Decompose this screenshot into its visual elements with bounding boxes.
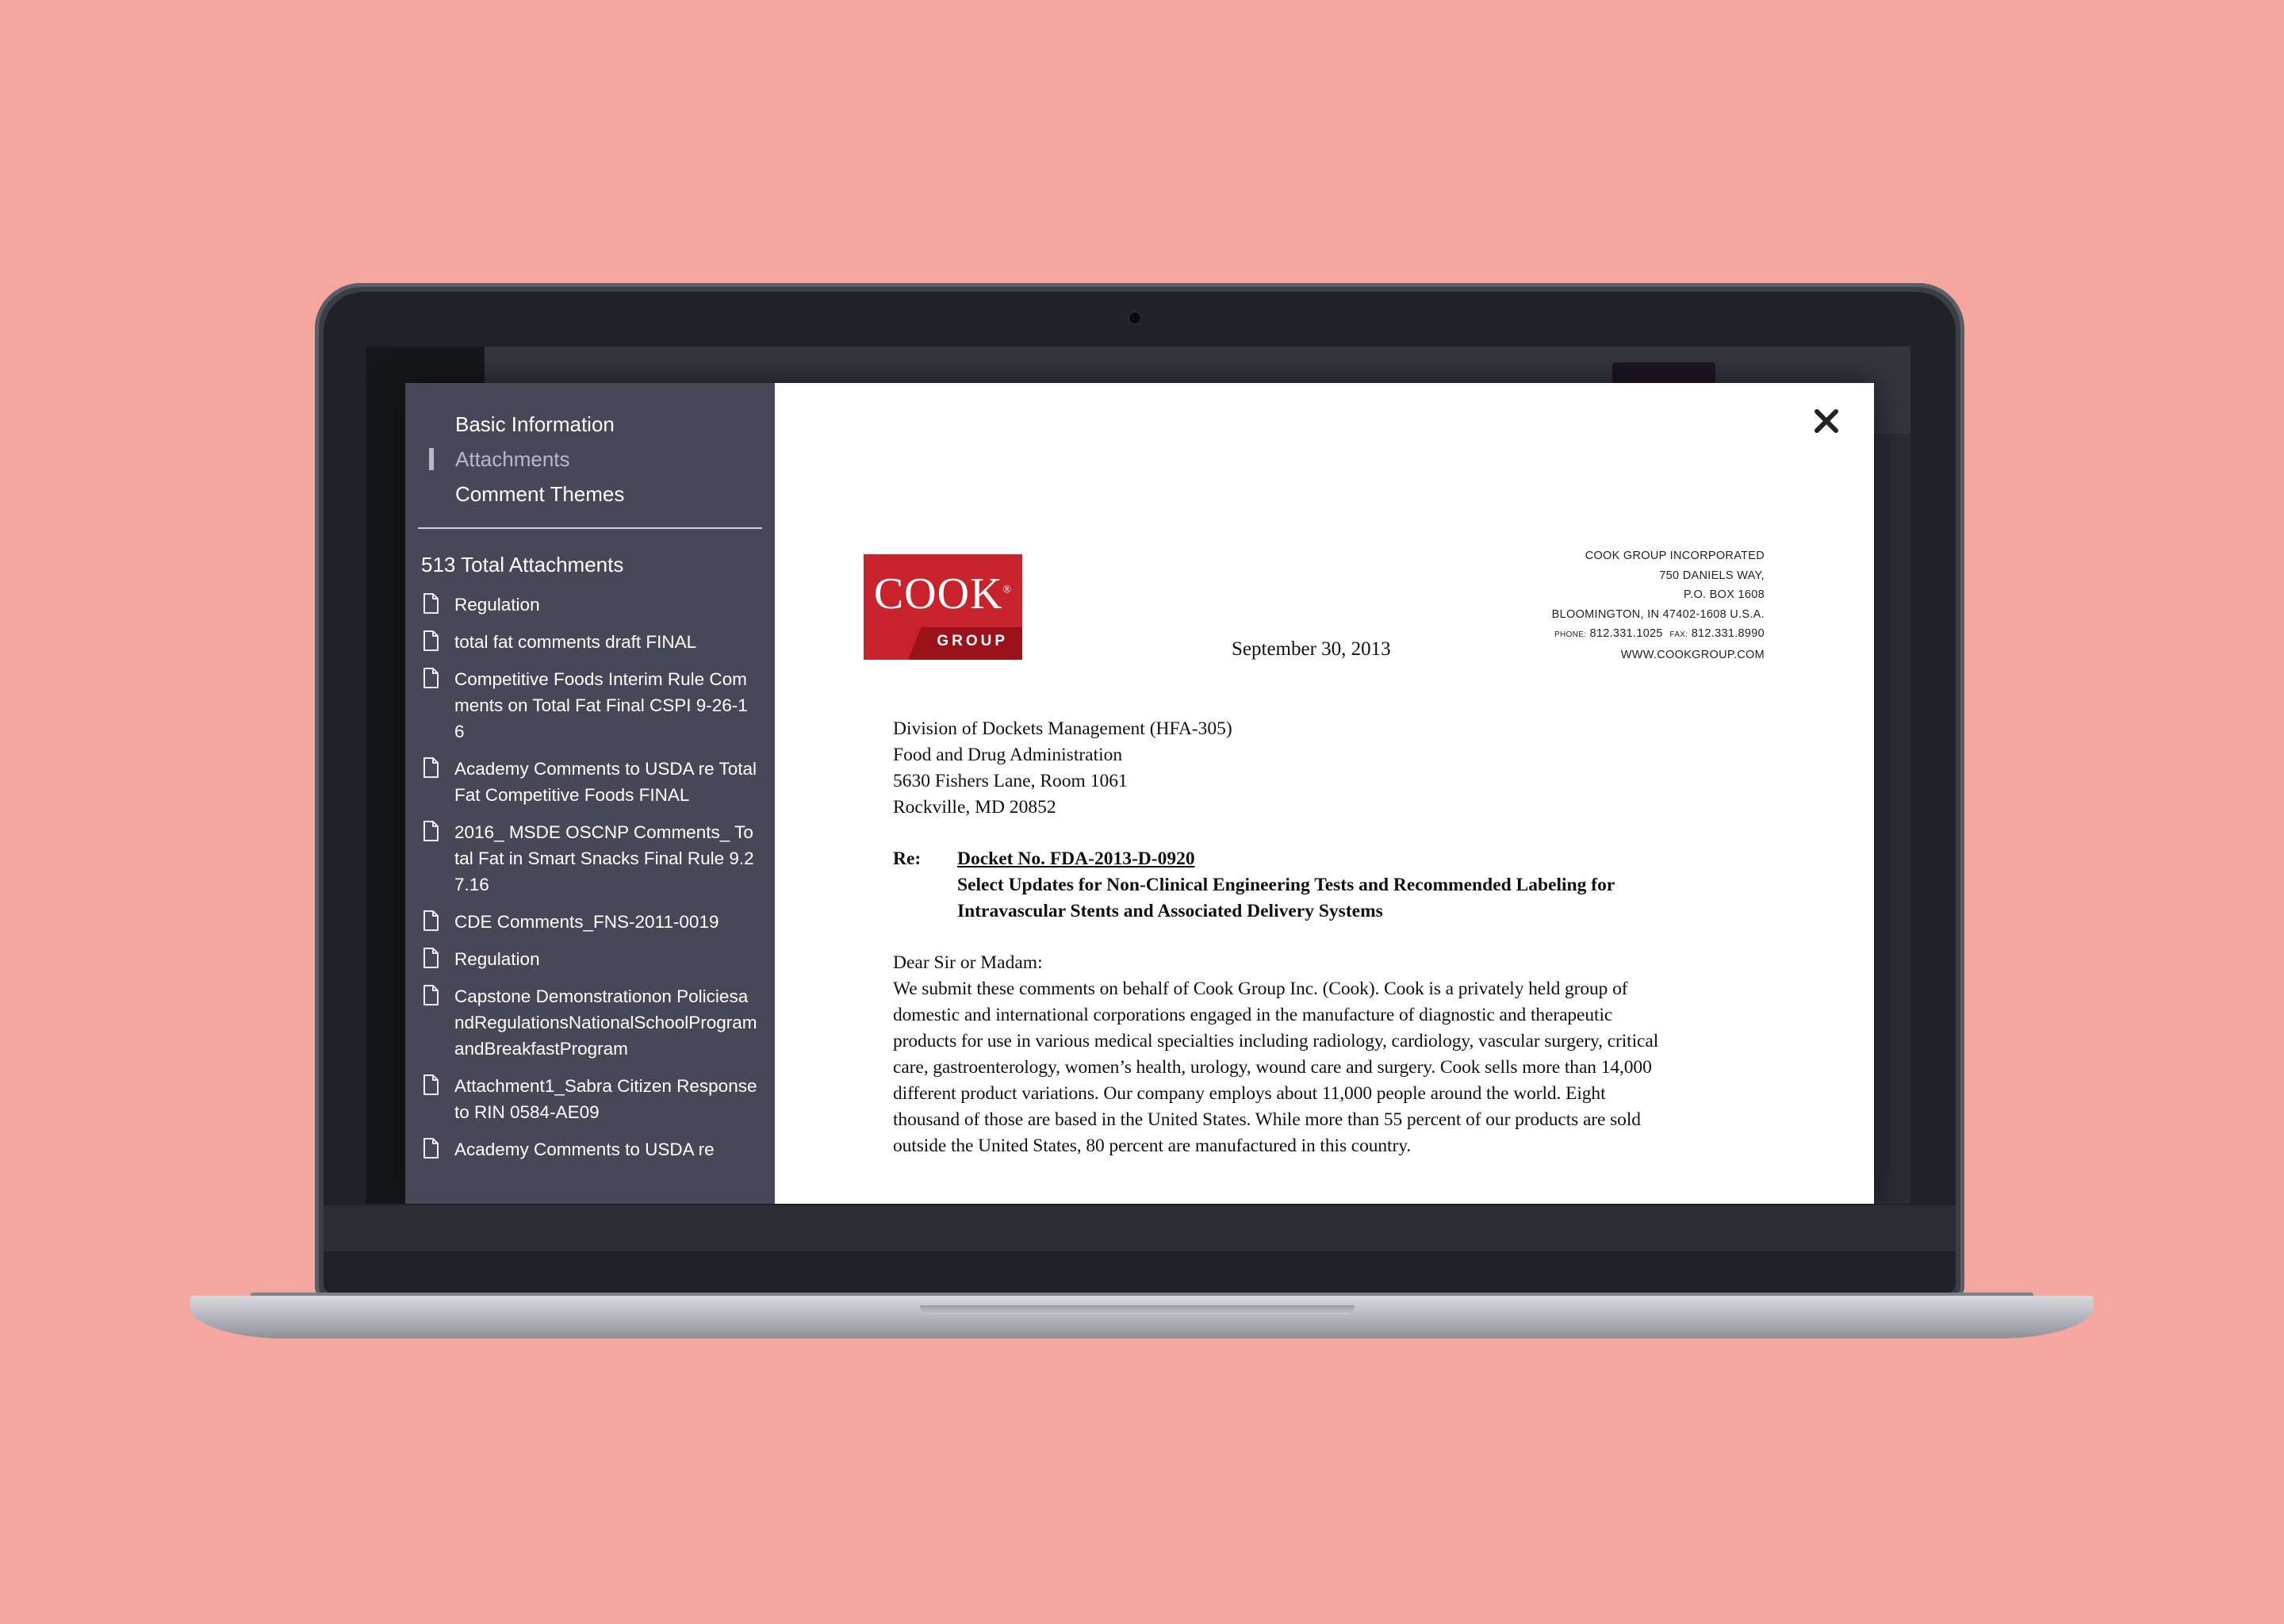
phone-number: 812.331.1025 xyxy=(1589,627,1663,640)
letterhead-company: COOK GROUP INCORPORATED xyxy=(1585,550,1765,562)
letterhead-po-box: P.O. BOX 1608 xyxy=(1684,588,1765,601)
webcam-icon xyxy=(1129,312,1140,324)
close-icon xyxy=(1815,409,1838,433)
document-icon xyxy=(423,593,439,614)
salutation: Dear Sir or Madam: xyxy=(893,952,1043,973)
logo-registered-mark: ® xyxy=(1002,584,1013,596)
docket-number: Docket No. FDA-2013-D-0920 xyxy=(957,848,1195,869)
nav-item-attachments[interactable]: Attachments xyxy=(405,442,775,477)
fax-number: 812.331.8990 xyxy=(1691,627,1765,640)
attachments-list: Regulation total fat comments draft FINA… xyxy=(405,592,775,1162)
attachment-item[interactable]: total fat comments draft FINAL xyxy=(405,629,775,655)
paragraph-line: outside the United States, 80 percent ar… xyxy=(893,1136,1412,1156)
attachment-name: Regulation xyxy=(454,949,540,969)
attachment-item[interactable]: 2016_ MSDE OSCNP Comments_ Total Fat in … xyxy=(405,819,775,898)
document-icon xyxy=(423,757,439,778)
address-line: Rockville, MD 20852 xyxy=(893,797,1056,818)
attachment-item[interactable]: Academy Comments to USDA re xyxy=(405,1136,775,1162)
document-icon xyxy=(423,910,439,931)
attachment-name: Academy Comments to USDA re xyxy=(454,1139,715,1159)
nav-item-comment-themes[interactable]: Comment Themes xyxy=(405,477,775,511)
mockup-stage: Basic Information Attachments Comment Th… xyxy=(0,0,2284,1624)
recipient-address: Division of Dockets Management (HFA-305)… xyxy=(893,716,1734,821)
attachment-name: CDE Comments_FNS-2011-0019 xyxy=(454,912,719,932)
paragraph-line: care, gastroenterology, women’s health, … xyxy=(893,1057,1652,1078)
letter-body: Division of Dockets Management (HFA-305)… xyxy=(893,716,1734,1159)
laptop-screen: Basic Information Attachments Comment Th… xyxy=(366,347,1910,1204)
attachment-item[interactable]: Academy Comments to USDA re Total Fat Co… xyxy=(405,756,775,808)
paragraph-line: We submit these comments on behalf of Co… xyxy=(893,979,1628,999)
re-content: Docket No. FDA-2013-D-0920 Select Update… xyxy=(957,846,1615,925)
cook-group-logo: COOK® GROUP xyxy=(864,554,1022,660)
address-line: 5630 Fishers Lane, Room 1061 xyxy=(893,771,1128,791)
modal-sidebar: Basic Information Attachments Comment Th… xyxy=(405,383,775,1204)
address-line: Division of Dockets Management (HFA-305) xyxy=(893,718,1232,739)
logo-wordmark: COOK® xyxy=(864,569,1022,619)
laptop-base xyxy=(190,1296,2094,1339)
attachment-name: Capstone Demonstrationon PoliciesandRegu… xyxy=(454,986,757,1059)
attachment-name: total fat comments draft FINAL xyxy=(454,632,697,652)
attachment-name: Academy Comments to USDA re Total Fat Co… xyxy=(454,759,757,805)
letterhead-phone-fax: PHONE: 812.331.1025 FAX: 812.331.8990 xyxy=(1552,624,1765,645)
laptop-hinge-notch xyxy=(920,1305,1355,1315)
logo-word: COOK xyxy=(873,569,1003,619)
document-icon xyxy=(423,985,439,1005)
phone-label: PHONE: xyxy=(1554,630,1587,639)
letterhead-street: 750 DANIELS WAY, xyxy=(1659,569,1765,582)
paragraph-line: domestic and international corporations … xyxy=(893,1005,1613,1025)
subject-line: Re: Docket No. FDA-2013-D-0920 Select Up… xyxy=(893,846,1734,925)
paragraph-line: products for use in various medical spec… xyxy=(893,1031,1659,1051)
laptop-chin xyxy=(324,1205,1956,1251)
document-icon xyxy=(423,821,439,841)
subject-text: Select Updates for Non-Clinical Engineer… xyxy=(957,875,1615,895)
body-paragraph: We submit these comments on behalf of Co… xyxy=(893,976,1734,1159)
document-icon xyxy=(423,1138,439,1159)
document-icon xyxy=(423,1074,439,1095)
document-preview[interactable]: COOK® GROUP COOK GROUP INCORPORATED 750 … xyxy=(775,383,1874,1204)
fax-label: FAX: xyxy=(1669,630,1688,639)
attachment-item[interactable]: Regulation xyxy=(405,592,775,618)
letterhead: COOK GROUP INCORPORATED 750 DANIELS WAY,… xyxy=(1552,546,1765,665)
address-line: Food and Drug Administration xyxy=(893,745,1123,765)
attachment-name: 2016_ MSDE OSCNP Comments_ Total Fat in … xyxy=(454,822,754,894)
attachment-viewer-modal: Basic Information Attachments Comment Th… xyxy=(405,383,1874,1204)
paragraph-line: different product variations. Our compan… xyxy=(893,1083,1606,1104)
letterhead-city: BLOOMINGTON, IN 47402-1608 U.S.A. xyxy=(1551,607,1765,621)
letter-date: September 30, 2013 xyxy=(1232,638,1391,660)
nav-item-basic-information[interactable]: Basic Information xyxy=(405,407,775,442)
subject-text: Intravascular Stents and Associated Deli… xyxy=(957,901,1383,921)
attachment-item[interactable]: CDE Comments_FNS-2011-0019 xyxy=(405,909,775,935)
document-icon xyxy=(423,948,439,968)
document-icon xyxy=(423,630,439,651)
document-icon xyxy=(423,668,439,688)
close-button[interactable] xyxy=(1809,404,1844,439)
attachment-item[interactable]: Regulation xyxy=(405,946,775,972)
attachment-item[interactable]: Capstone Demonstrationon PoliciesandRegu… xyxy=(405,983,775,1062)
attachments-count: 513 Total Attachments xyxy=(421,553,624,576)
re-label: Re: xyxy=(893,848,922,869)
sidebar-nav: Basic Information Attachments Comment Th… xyxy=(405,383,775,511)
paragraph-line: thousand of those are based in the Unite… xyxy=(893,1109,1641,1130)
attachment-name: Competitive Foods Interim Rule Comments … xyxy=(454,669,748,741)
logo-group-text: GROUP xyxy=(937,633,1008,649)
attachment-name: Attachment1_Sabra Citizen Response to RI… xyxy=(454,1076,757,1122)
letterhead-website: WWW.COOKGROUP.COM xyxy=(1620,648,1765,661)
attachment-item[interactable]: Attachment1_Sabra Citizen Response to RI… xyxy=(405,1073,775,1125)
attachment-name: Regulation xyxy=(454,595,540,615)
attachment-item[interactable]: Competitive Foods Interim Rule Comments … xyxy=(405,666,775,745)
sidebar-divider xyxy=(418,527,762,529)
